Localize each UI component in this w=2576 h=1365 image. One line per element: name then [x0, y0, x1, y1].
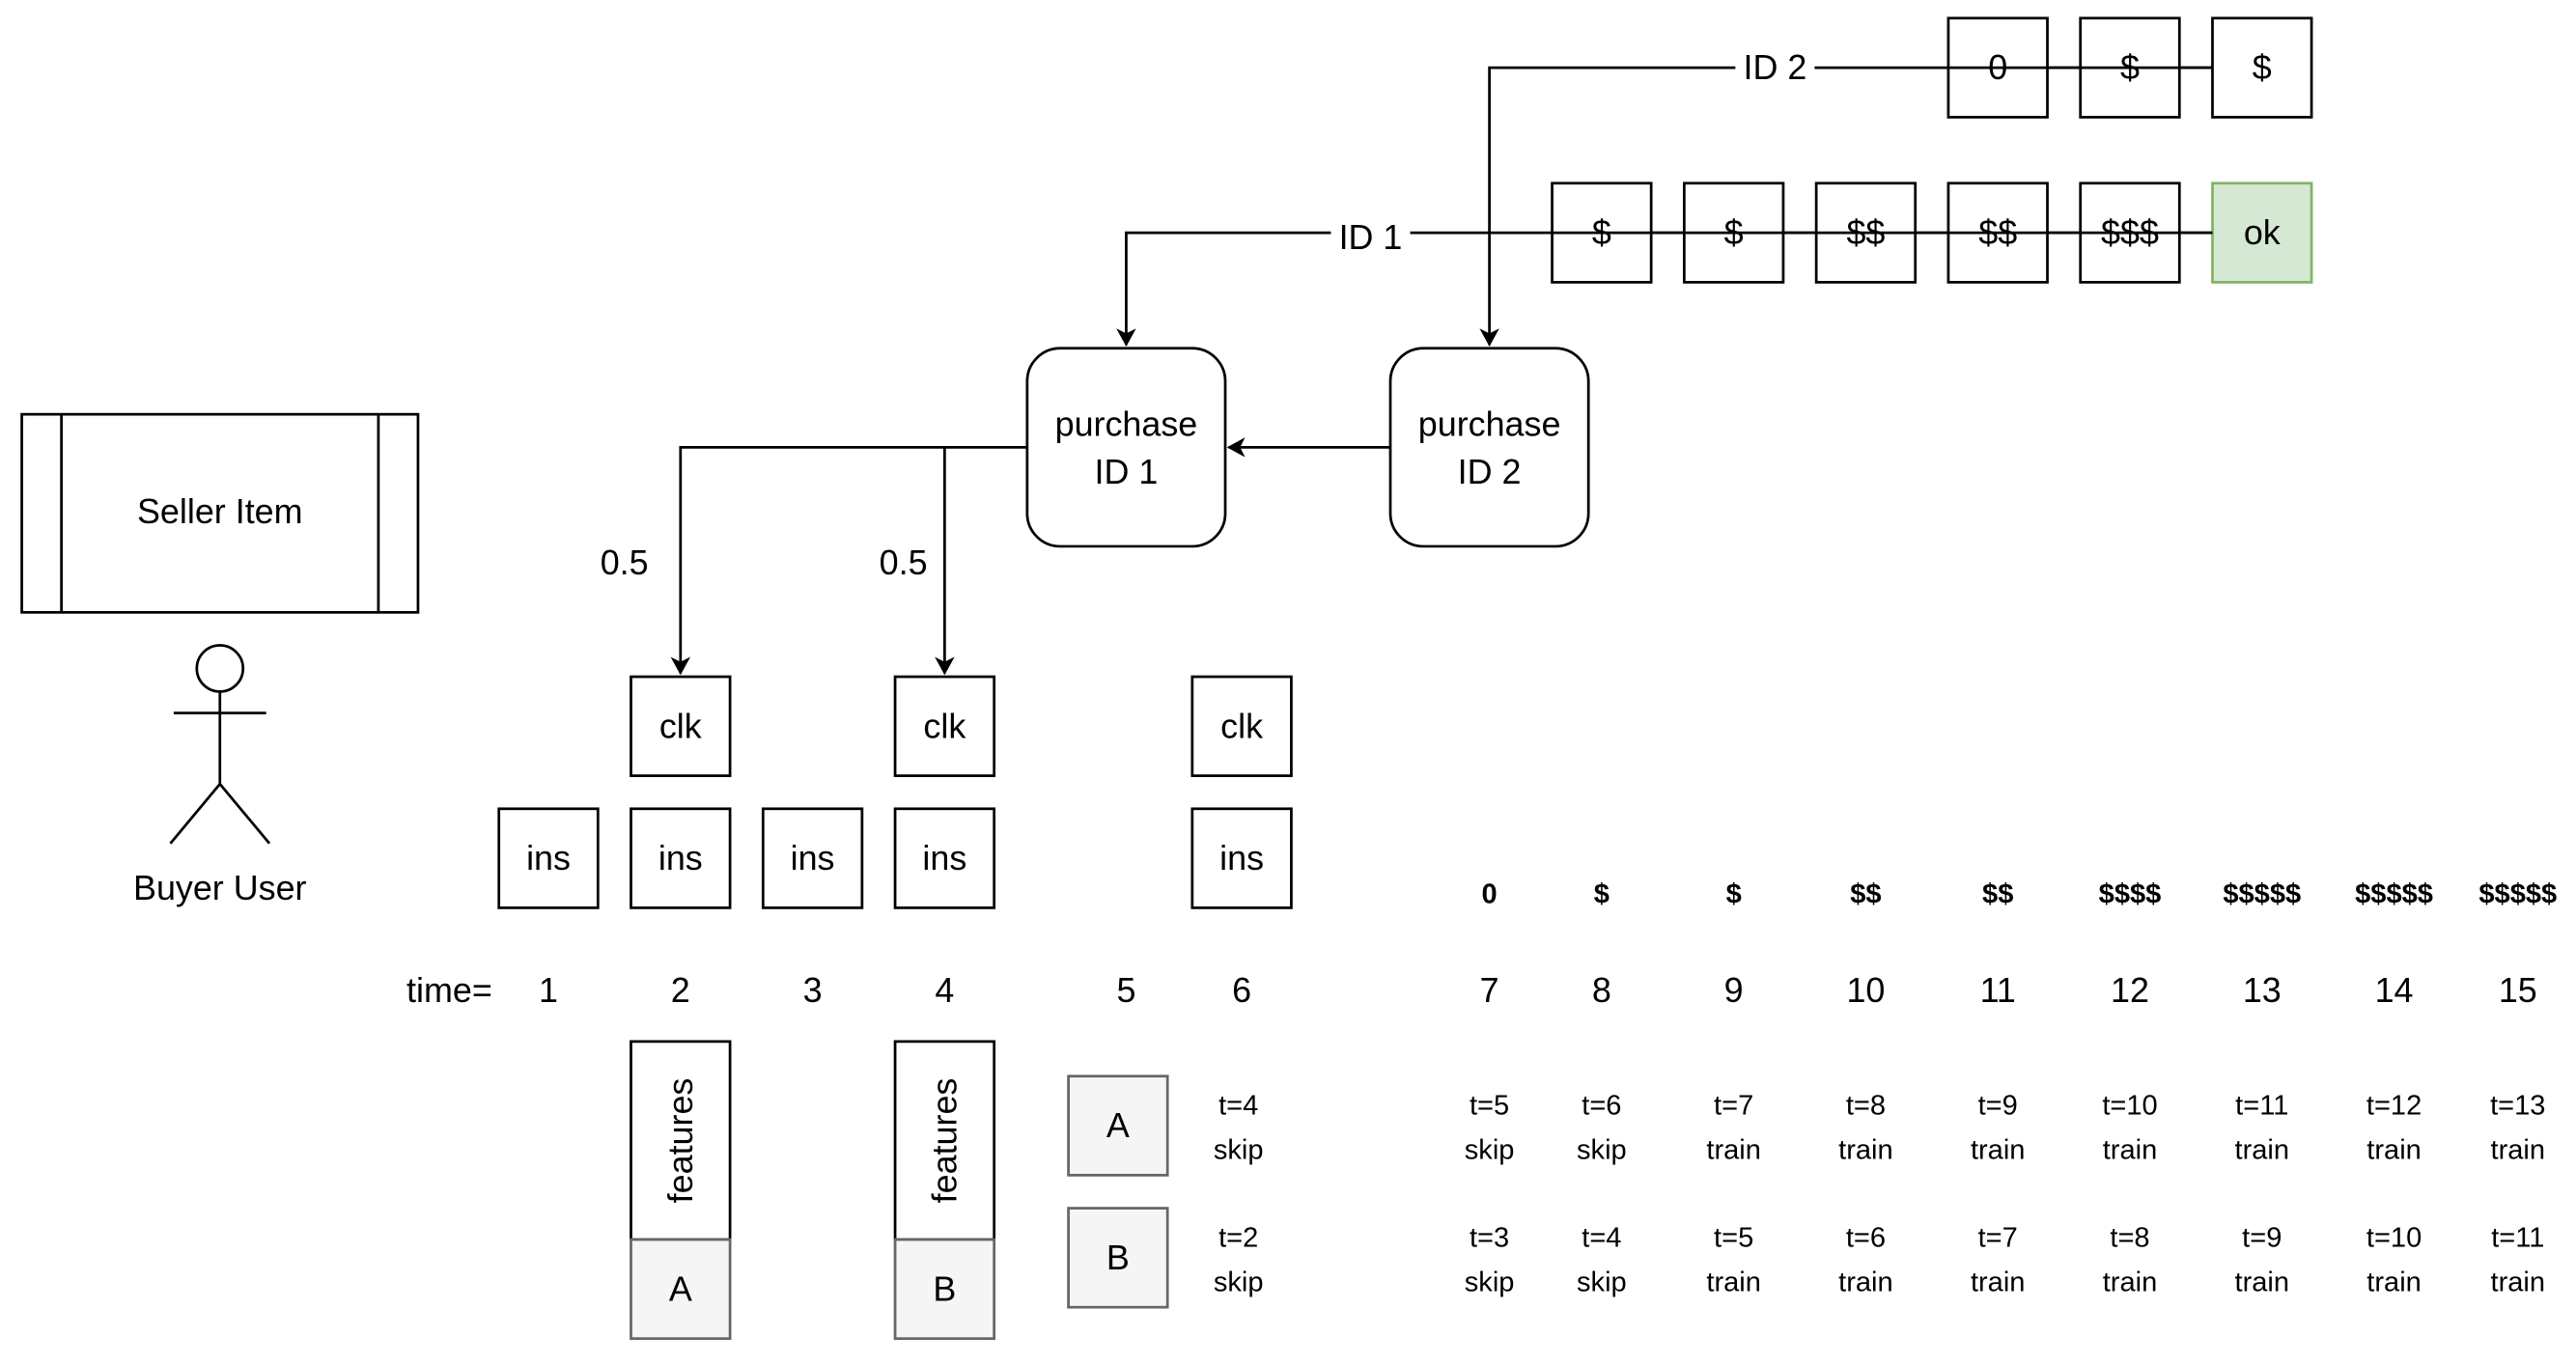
b-action-label: skip	[1577, 1268, 1627, 1298]
purchase-value-label: $$	[1850, 879, 1881, 910]
diagram-canvas: ID 2 ID 1 0.5 0.5 Seller Item Buyer User purch…	[20, 16, 2557, 1341]
purchase-id2-label: purchase	[1418, 404, 1561, 443]
clk-label: clk	[659, 707, 702, 745]
edge-label-id2: ID 2	[1743, 48, 1806, 87]
purchase-id1-label: ID 1	[1095, 453, 1159, 491]
time-step-label: 7	[1480, 971, 1499, 1010]
b-time-label: t=4	[1582, 1222, 1621, 1253]
purchase-value-label: $$$$$	[2355, 879, 2433, 910]
a-action-label: train	[2103, 1135, 2158, 1166]
a-time-label: t=9	[1978, 1091, 2018, 1122]
time-step-label: 13	[2243, 971, 2282, 1010]
purchase-value-label: $$$$$	[2223, 879, 2301, 910]
pending-action-label: skip	[1214, 1135, 1264, 1166]
b-action-label: train	[1706, 1268, 1761, 1298]
purchase-value-label: $	[1726, 879, 1742, 910]
time-step-label: 10	[1846, 971, 1885, 1010]
features-label: features	[925, 1078, 964, 1204]
b-action-label: train	[2491, 1268, 2546, 1298]
a-action-label: train	[2491, 1135, 2546, 1166]
b-action-label: train	[2366, 1268, 2422, 1298]
buyer-user-label: Buyer User	[133, 869, 307, 907]
time-step-label: 2	[671, 971, 690, 1010]
ins-label: ins	[526, 839, 571, 878]
a-action-label: train	[2235, 1135, 2290, 1166]
edge-label-split-right: 0.5	[880, 543, 928, 582]
a-action-label: train	[2366, 1135, 2422, 1166]
time-step-label: 15	[2499, 971, 2537, 1010]
b-time-label: t=3	[1470, 1222, 1509, 1253]
purchase-id2-label: ID 2	[1458, 453, 1522, 491]
feature-item-label: B	[933, 1269, 956, 1308]
time-step-label: 11	[1980, 971, 2016, 1010]
purchase-id1-node	[1025, 347, 1227, 548]
a-time-label: t=11	[2235, 1091, 2288, 1122]
a-time-label: t=7	[1714, 1091, 1753, 1122]
purchase-id2-node	[1388, 347, 1590, 548]
time-step-label: 5	[1116, 971, 1135, 1010]
b-action-label: train	[2103, 1268, 2158, 1298]
ins-label: ins	[658, 839, 703, 878]
purchase-value-label: $$$$$	[2478, 879, 2557, 910]
ins-label: ins	[922, 839, 966, 878]
ins-label: ins	[1219, 839, 1264, 878]
time-step-label: 3	[803, 971, 823, 1010]
time-step-label: 6	[1232, 971, 1251, 1010]
edge-label-id1: ID 1	[1339, 218, 1403, 257]
a-time-label: t=8	[1846, 1091, 1886, 1122]
a-time-label: t=10	[2102, 1091, 2157, 1122]
a-time-label: t=6	[1582, 1091, 1621, 1122]
time-step-label: 4	[935, 971, 954, 1010]
a-time-label: t=5	[1470, 1091, 1509, 1122]
time-step-label: 9	[1724, 971, 1744, 1010]
b-time-label: t=7	[1978, 1222, 2018, 1253]
edge-label-split-left: 0.5	[601, 543, 649, 582]
time-prefix-label: time=	[406, 971, 492, 1010]
ok-label: ok	[2244, 213, 2281, 252]
purchase-value-label: 0	[1482, 879, 1498, 910]
time-step-label: 1	[539, 971, 558, 1010]
clk-label: clk	[923, 707, 966, 745]
time-step-label: 8	[1592, 971, 1611, 1010]
b-time-label: t=5	[1714, 1222, 1753, 1253]
buyer-user-icon	[169, 644, 271, 845]
pending-action-label: skip	[1214, 1268, 1264, 1298]
ins-label: ins	[791, 839, 835, 878]
a-action-label: skip	[1577, 1135, 1627, 1166]
id2-sequence-value: $	[2253, 48, 2272, 87]
pending-item-label: B	[1106, 1239, 1130, 1277]
features-label: features	[661, 1078, 700, 1204]
a-time-label: t=13	[2490, 1091, 2545, 1122]
purchase-value-label: $$	[1982, 879, 2013, 910]
edge-purchase-to-clk-2	[670, 445, 1027, 676]
time-step-label: 14	[2375, 971, 2414, 1010]
purchase-value-label: $	[1594, 879, 1610, 910]
feature-item-label: A	[669, 1269, 692, 1308]
b-time-label: t=11	[2491, 1222, 2544, 1253]
a-action-label: skip	[1465, 1135, 1515, 1166]
clk-label: clk	[1220, 707, 1263, 745]
a-time-label: t=12	[2366, 1091, 2422, 1122]
b-action-label: train	[1838, 1268, 1893, 1298]
b-time-label: t=6	[1846, 1222, 1886, 1253]
edge-id1-to-purchase-id1	[1116, 231, 2213, 348]
a-action-label: train	[1838, 1135, 1893, 1166]
seller-item-label: Seller Item	[137, 492, 303, 531]
purchase-id1-label: purchase	[1055, 404, 1198, 443]
purchase-value-label: $$$$	[2099, 879, 2162, 910]
b-time-label: t=9	[2242, 1222, 2282, 1253]
pending-time-label: t=2	[1218, 1222, 1258, 1253]
b-action-label: train	[1971, 1268, 2026, 1298]
time-step-label: 12	[2111, 971, 2149, 1010]
b-time-label: t=8	[2110, 1222, 2149, 1253]
pending-time-label: t=4	[1218, 1091, 1258, 1122]
b-time-label: t=10	[2366, 1222, 2422, 1253]
a-action-label: train	[1706, 1135, 1761, 1166]
a-action-label: train	[1971, 1135, 2026, 1166]
b-action-label: train	[2235, 1268, 2290, 1298]
b-action-label: skip	[1465, 1268, 1515, 1298]
pending-item-label: A	[1106, 1106, 1130, 1145]
